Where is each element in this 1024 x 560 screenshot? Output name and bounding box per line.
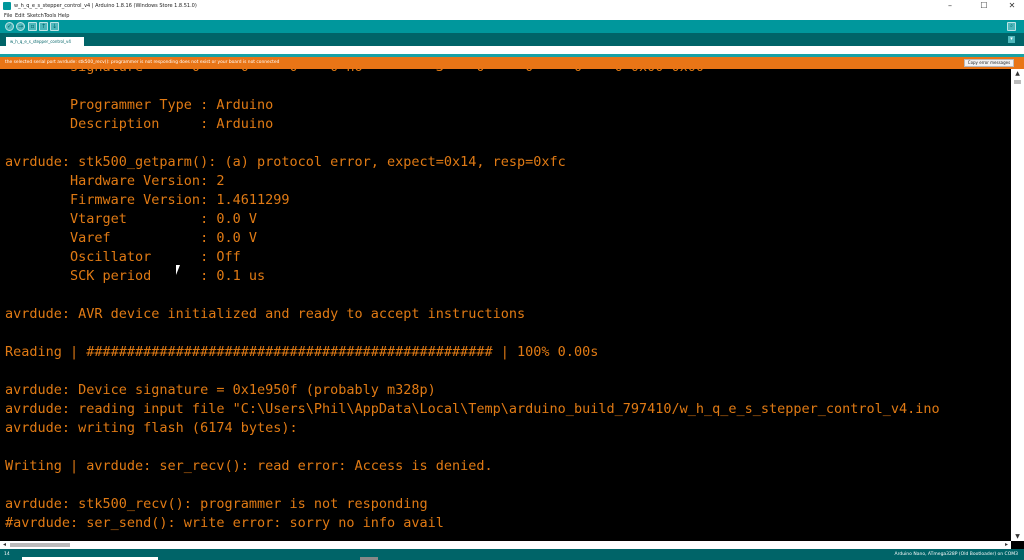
serial-monitor-icon[interactable]: ⌕ bbox=[1007, 22, 1016, 31]
error-bar: the selected serial port avrdude: stk500… bbox=[0, 57, 1024, 69]
scroll-thumb[interactable] bbox=[1014, 80, 1021, 84]
copy-error-messages-button[interactable]: Copy error messages bbox=[964, 59, 1014, 67]
line-number: 14 bbox=[4, 552, 10, 557]
arduino-app-icon bbox=[3, 2, 11, 10]
new-sketch-icon[interactable]: ▫ bbox=[28, 22, 37, 31]
console-line: Description : Arduino bbox=[5, 116, 274, 132]
save-sketch-icon[interactable]: ↓ bbox=[50, 22, 59, 31]
console-line: avrdude: AVR device initialized and read… bbox=[5, 306, 526, 322]
error-message: the selected serial port avrdude: stk500… bbox=[5, 60, 280, 65]
menu-edit[interactable]: Edit bbox=[15, 13, 25, 19]
open-sketch-icon[interactable]: ↑ bbox=[39, 22, 48, 31]
console-line: Firmware Version: 1.4611299 bbox=[5, 192, 290, 208]
console-line: avrdude: writing flash (6174 bytes): bbox=[5, 420, 298, 436]
close-button[interactable]: ✕ bbox=[1002, 1, 1022, 10]
minimize-button[interactable]: – bbox=[940, 1, 960, 10]
scroll-down-icon[interactable]: ▼ bbox=[1011, 532, 1024, 541]
console-line: avrdude: Device signature = 0x1e950f (pr… bbox=[5, 382, 436, 398]
scroll-up-icon[interactable]: ▲ bbox=[1011, 69, 1024, 78]
maximize-button[interactable]: ☐ bbox=[974, 1, 994, 10]
console-line: Programmer Type : Arduino bbox=[5, 97, 274, 113]
toolbar: ✓ → ▫ ↑ ↓ ⌕ bbox=[0, 20, 1024, 33]
console-vertical-scrollbar[interactable]: ▲ ▼ bbox=[1011, 69, 1024, 541]
window-title: w_h_q_e_s_stepper_control_v4 | Arduino 1… bbox=[14, 3, 197, 9]
upload-icon[interactable]: → bbox=[16, 22, 25, 31]
horizontal-scroll-thumb[interactable] bbox=[10, 543, 70, 547]
console-line: avrdude: reading input file "C:\Users\Ph… bbox=[5, 401, 940, 417]
console-line: Varef : 0.0 V bbox=[5, 230, 257, 246]
menu-help[interactable]: Help bbox=[58, 13, 69, 19]
console-line: Oscillator : Off bbox=[5, 249, 241, 265]
scroll-right-icon[interactable]: ▸ bbox=[1002, 541, 1011, 549]
console-line: Reading | ##############################… bbox=[5, 344, 599, 360]
tab-sketch[interactable]: w_h_q_e_s_stepper_control_v4 bbox=[6, 37, 84, 46]
menu-file[interactable]: File bbox=[4, 13, 12, 19]
console-line-partial: signature 0 0 0 0 no 3 0 0 0 0 0x00 0x00 bbox=[5, 69, 704, 77]
tab-strip: w_h_q_e_s_stepper_control_v4 ▾ bbox=[0, 33, 1024, 46]
console-line: #avrdude: ser_send(): write error: sorry… bbox=[5, 515, 444, 531]
console-line: Hardware Version: 2 bbox=[5, 173, 225, 189]
scroll-left-icon[interactable]: ◂ bbox=[0, 541, 9, 549]
mouse-cursor-icon bbox=[176, 265, 184, 275]
verify-icon[interactable]: ✓ bbox=[5, 22, 14, 31]
console-line: avrdude: stk500_getparm(): (a) protocol … bbox=[5, 154, 566, 170]
status-bar: 14 Arduino Nano, ATmega328P (Old Bootloa… bbox=[0, 549, 1024, 560]
title-bar: w_h_q_e_s_stepper_control_v4 | Arduino 1… bbox=[0, 0, 1024, 12]
console-line: Vtarget : 0.0 V bbox=[5, 211, 257, 227]
menu-tools[interactable]: Tools bbox=[44, 13, 56, 19]
console-output[interactable]: signature 0 0 0 0 no 3 0 0 0 0 0x00 0x00… bbox=[0, 69, 1009, 541]
tab-menu-icon[interactable]: ▾ bbox=[1008, 36, 1015, 43]
console-line: avrdude: stk500_recv(): programmer is no… bbox=[5, 496, 428, 512]
console-line: SCK period : 0.1 us bbox=[5, 268, 266, 284]
console-line: Writing | avrdude: ser_recv(): read erro… bbox=[5, 458, 493, 474]
menu-bar: File Edit Sketch Tools Help bbox=[0, 12, 1024, 20]
console-horizontal-scrollbar[interactable]: ◂ ▸ bbox=[0, 541, 1011, 549]
menu-sketch[interactable]: Sketch bbox=[27, 13, 44, 19]
board-port-info: Arduino Nano, ATmega328P (Old Bootloader… bbox=[894, 552, 1019, 557]
